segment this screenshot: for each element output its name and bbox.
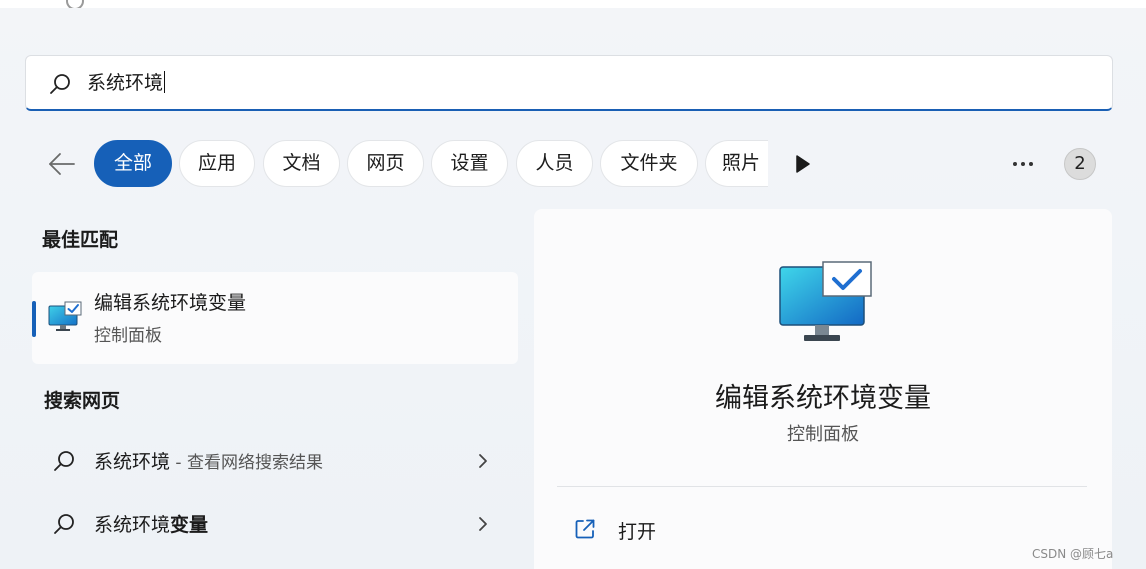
best-match-heading: 最佳匹配: [42, 229, 119, 251]
filter-chip-label: 全部: [113, 152, 152, 174]
filter-chip-label: 设置: [450, 152, 489, 174]
search-icon: [54, 451, 74, 471]
search-query-text: 系统环境: [87, 72, 164, 94]
web-result-text: 系统环境 - 查看网络搜索结果: [94, 447, 323, 474]
search-icon: [54, 514, 74, 534]
monitor-check-icon: [779, 261, 872, 341]
text-caret: [164, 71, 166, 93]
filter-chip-people[interactable]: 人员: [516, 140, 593, 187]
filter-chip-settings[interactable]: 设置: [431, 140, 508, 187]
web-result-suffix: - 查看网络搜索结果: [170, 453, 323, 473]
search-box[interactable]: 系统环境: [25, 55, 1113, 111]
preview-title: 编辑系统环境变量: [715, 383, 931, 414]
search-input[interactable]: 系统环境: [87, 69, 166, 97]
open-action[interactable]: 打开: [557, 505, 1087, 553]
chevron-right-icon: [479, 517, 487, 531]
web-search-heading: 搜索网页: [44, 390, 121, 412]
rewards-badge[interactable]: 2: [1064, 148, 1096, 180]
watermark: CSDN @顾七a: [1032, 547, 1114, 561]
best-match-title: 编辑系统环境变量: [94, 292, 247, 314]
filter-chip-label: 网页: [366, 152, 405, 174]
web-result-query: 系统环境: [94, 451, 171, 473]
filter-chip-documents[interactable]: 文档: [263, 140, 340, 187]
filter-chip-web[interactable]: 网页: [347, 140, 424, 187]
filter-chip-label: 文件夹: [620, 152, 678, 174]
web-result-query: 系统环境: [94, 514, 171, 536]
monitor-check-icon: [48, 301, 82, 331]
filter-chip-folders[interactable]: 文件夹: [600, 140, 698, 187]
filter-chip-label: 照片: [722, 152, 761, 174]
selection-indicator: [32, 301, 36, 337]
best-match-subtitle: 控制面板: [94, 326, 162, 346]
web-search-result[interactable]: 系统环境 - 查看网络搜索结果: [32, 432, 518, 488]
divider: [557, 486, 1087, 487]
back-arrow-icon[interactable]: [45, 148, 77, 180]
open-external-icon: [575, 519, 595, 539]
more-options-button[interactable]: [1011, 158, 1035, 170]
web-result-completion: 变量: [170, 514, 209, 536]
search-icon: [50, 74, 70, 94]
web-search-result[interactable]: 系统环境变量: [32, 495, 518, 551]
scroll-right-icon[interactable]: [795, 155, 811, 173]
open-label: 打开: [618, 521, 657, 543]
web-result-text: 系统环境变量: [94, 510, 208, 537]
preview-pane: 编辑系统环境变量 控制面板 打开: [534, 209, 1112, 569]
best-match-result[interactable]: 编辑系统环境变量 控制面板: [32, 272, 518, 364]
filter-chip-label: 文档: [282, 152, 321, 174]
preview-subtitle: 控制面板: [787, 424, 859, 445]
filter-chip-photos[interactable]: 照片: [705, 140, 768, 187]
ellipsis-icon: [1013, 162, 1033, 166]
filter-chip-label: 人员: [535, 152, 574, 174]
filter-chip-all[interactable]: 全部: [94, 140, 172, 187]
badge-count: 2: [1074, 153, 1086, 174]
filter-chip-label: 应用: [197, 152, 236, 174]
chevron-right-icon: [479, 454, 487, 468]
filter-chip-apps[interactable]: 应用: [179, 140, 255, 187]
start-search-window: 系统环境 全部 应用 文档 网页 设置 人员 文件夹 照片 2 最佳匹配 编辑系…: [0, 0, 1146, 569]
